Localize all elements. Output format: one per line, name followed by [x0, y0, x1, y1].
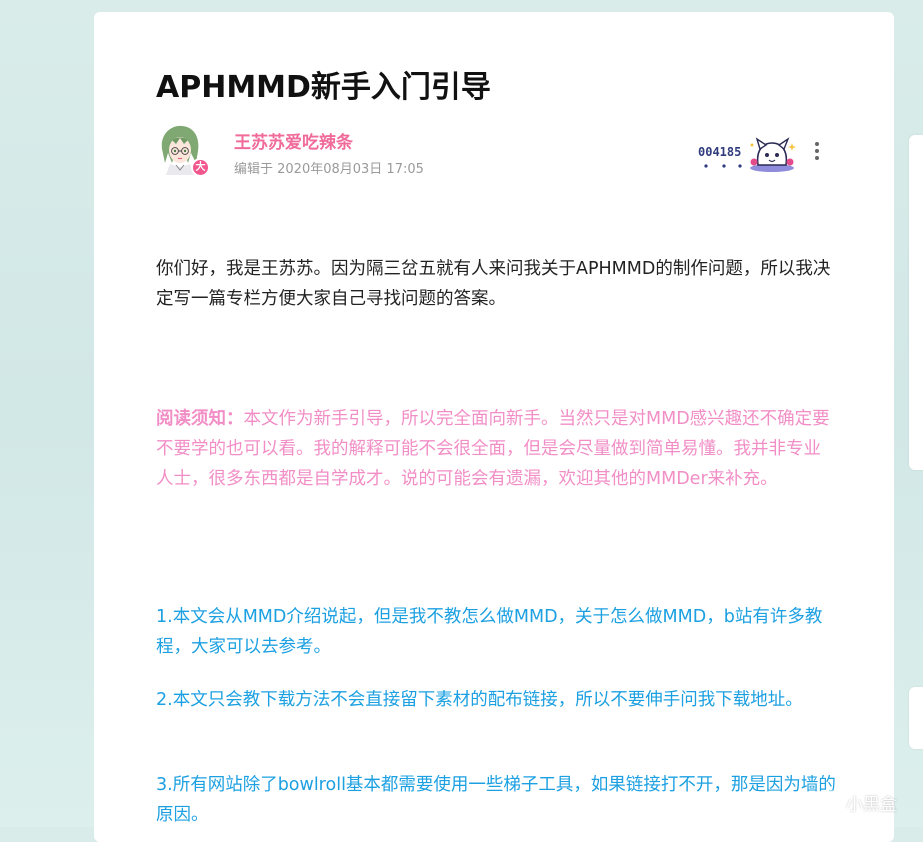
reading-notice-label: 阅读须知： — [156, 409, 244, 429]
list-item-2: 2.本文只会教下载方法不会直接留下素材的配布链接，所以不要伸手问我下载地址。 — [156, 690, 803, 710]
fan-badge-mascot-icon — [750, 137, 796, 172]
fan-badge-icon: 004185 — [698, 137, 798, 173]
more-vertical-icon[interactable] — [812, 140, 822, 164]
article-title: APHMMD新手入门引导 — [156, 70, 491, 105]
side-panel-bottom — [909, 687, 923, 749]
reading-notice-paragraph: 阅读须知：本文作为新手引导，所以完全面向新手。当然只是对MMD感兴趣还不确定要不… — [156, 404, 836, 494]
watermark: 小黑盒 — [818, 787, 918, 817]
list-item-1: 1.本文会从MMD介绍说起，但是我不教怎么做MMD，关于怎么做MMD，b站有许多… — [156, 607, 823, 657]
author-name[interactable]: 王苏苏爱吃辣条 — [234, 128, 353, 153]
xiaoheihe-logo-icon — [819, 789, 841, 813]
edit-timestamp: 编辑于 2020年08月03日 17:05 — [234, 162, 424, 177]
side-panel-top — [909, 135, 923, 470]
fan-badge-dots-icon — [704, 164, 742, 168]
list-item-3: 3.所有网站除了bowlroll基本都需要使用一些梯子工具，如果链接打不开，那是… — [156, 775, 836, 825]
intro-paragraph: 你们好，我是王苏苏。因为隔三岔五就有人来问我关于APHMMD的制作问题，所以我决… — [156, 259, 831, 309]
fan-badge-number: 004185 — [698, 145, 742, 159]
reading-notice-text: 本文作为新手引导，所以完全面向新手。当然只是对MMD感兴趣还不确定要不要学的也可… — [156, 409, 830, 489]
watermark-text: 小黑盒 — [846, 795, 897, 815]
article-card: APHMMD新手入门引导 大 王苏苏爱吃辣条 编辑于 2020年08月03日 1… — [94, 12, 894, 842]
author-level-badge: 大 — [191, 158, 210, 177]
